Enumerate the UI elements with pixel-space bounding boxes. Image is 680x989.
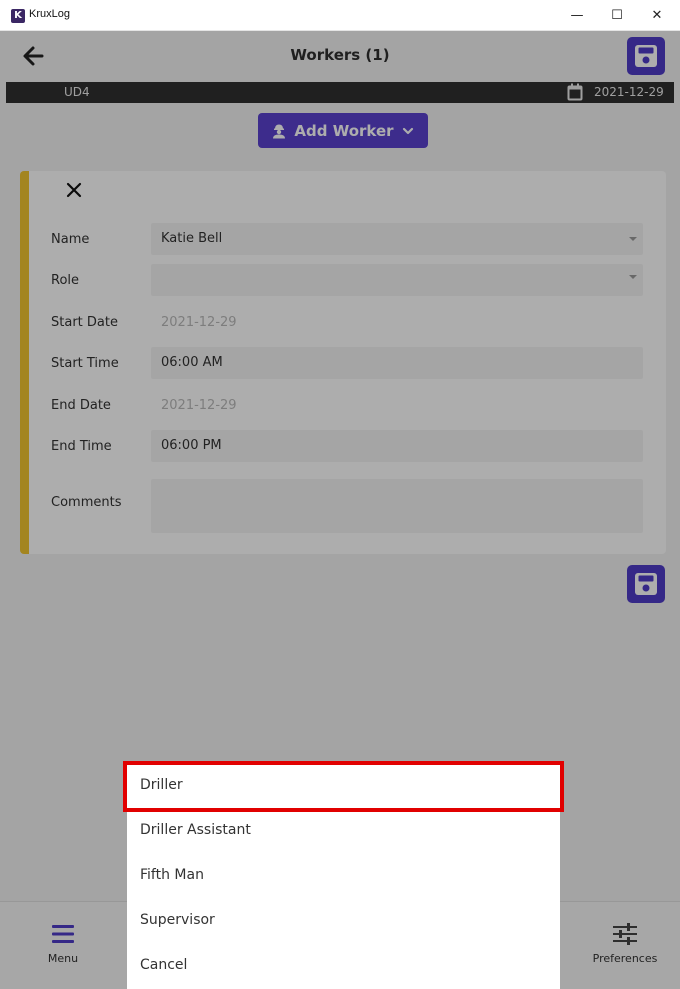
role-option-driller[interactable]: Driller [127, 763, 560, 808]
minimize-button[interactable]: — [557, 0, 597, 31]
role-option-cancel[interactable]: Cancel [127, 943, 560, 988]
app-logo-icon: K [11, 9, 25, 23]
window-titlebar: K KruxLog — ☐ ✕ [0, 0, 680, 31]
role-option-supervisor[interactable]: Supervisor [127, 898, 560, 943]
role-option-fifth-man[interactable]: Fifth Man [127, 853, 560, 898]
role-option-driller-assistant[interactable]: Driller Assistant [127, 808, 560, 853]
window-title: KruxLog [29, 8, 70, 20]
maximize-button[interactable]: ☐ [597, 0, 637, 31]
role-picker-sheet: Driller Driller Assistant Fifth Man Supe… [127, 763, 560, 989]
close-window-button[interactable]: ✕ [637, 0, 677, 31]
